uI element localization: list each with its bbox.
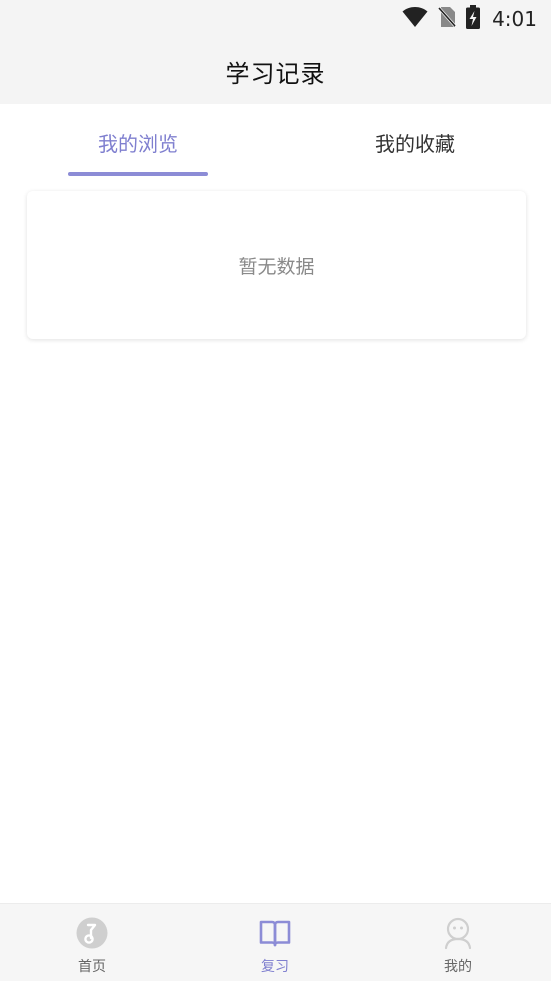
nav-item-review[interactable]: 复习 xyxy=(215,904,335,981)
empty-state-card: 暂无数据 xyxy=(27,191,526,339)
home-music-note-icon xyxy=(75,916,109,950)
tab-label: 我的浏览 xyxy=(98,131,178,156)
status-bar: 4:01 xyxy=(0,0,551,38)
nav-item-mine[interactable]: 我的 xyxy=(398,904,518,981)
tab-my-favorites[interactable]: 我的收藏 xyxy=(325,104,505,180)
status-icons: 4:01 xyxy=(402,5,537,33)
screen: 4:01 学习记录 我的浏览 我的收藏 暂无数据 首页 复习 我的 xyxy=(0,0,551,981)
empty-state-text: 暂无数据 xyxy=(238,255,315,278)
tab-bar: 我的浏览 我的收藏 xyxy=(0,104,551,180)
nav-label-home: 首页 xyxy=(78,959,106,975)
wifi-icon xyxy=(402,6,428,32)
no-sim-icon xyxy=(437,6,457,32)
tab-my-browsing[interactable]: 我的浏览 xyxy=(48,104,228,180)
app-header: 学习记录 xyxy=(0,38,551,104)
open-book-icon xyxy=(258,916,292,950)
page-title: 学习记录 xyxy=(225,59,326,88)
nav-label-review: 复习 xyxy=(261,959,289,975)
profile-person-icon xyxy=(441,916,475,950)
battery-charging-icon xyxy=(466,5,481,33)
nav-item-home[interactable]: 首页 xyxy=(32,904,152,981)
active-tab-indicator xyxy=(68,172,208,176)
tab-label: 我的收藏 xyxy=(375,131,455,156)
status-time: 4:01 xyxy=(492,7,537,31)
nav-label-mine: 我的 xyxy=(444,959,472,975)
bottom-nav: 首页 复习 我的 xyxy=(0,903,551,981)
